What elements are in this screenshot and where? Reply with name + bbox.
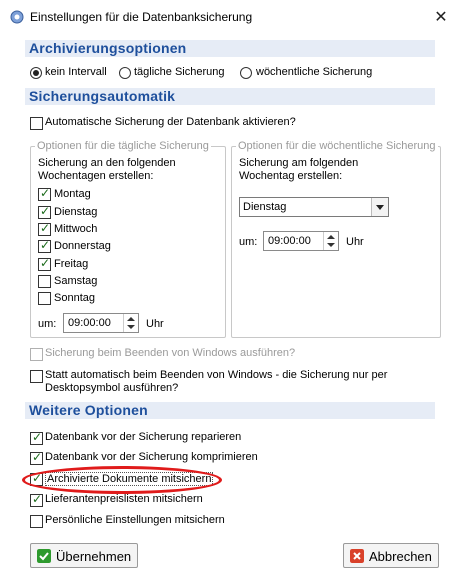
cancel-button-label: Abbrechen — [369, 549, 432, 564]
daily-time-spinner[interactable]: 09:00:00 — [63, 313, 139, 333]
day-checkbox-samstag[interactable] — [38, 275, 51, 288]
day-checkbox-donnerstag[interactable] — [38, 238, 51, 253]
day-label-donnerstag: Donnerstag — [54, 240, 111, 252]
weekly-time-value: 09:00:00 — [268, 235, 311, 247]
daily-time-label: um: — [38, 318, 57, 330]
section-archive-header: Archivierungsoptionen — [25, 40, 435, 57]
daily-time-value: 09:00:00 — [68, 317, 111, 329]
daily-group-title: Optionen für die tägliche Sicherung — [35, 140, 211, 152]
daily-time-unit: Uhr — [146, 318, 164, 330]
auto-enable-checkbox[interactable] — [30, 117, 43, 130]
repair-db-checkbox[interactable] — [30, 430, 43, 445]
weekly-group-title: Optionen für die wöchentliche Sicherung — [236, 140, 438, 152]
cancel-button[interactable]: Abbrechen — [343, 543, 439, 568]
radio-daily-label: tägliche Sicherung — [134, 66, 225, 78]
compress-db-checkbox[interactable] — [30, 450, 43, 465]
section-auto-header: Sicherungsautomatik — [25, 88, 435, 105]
title-bar: Einstellungen für die Datenbanksicherung… — [0, 0, 455, 34]
weekly-intro-line-2: Wochentag erstellen: — [239, 170, 343, 182]
close-button[interactable]: ✕ — [434, 7, 448, 27]
weekly-day-select[interactable]: Dienstag — [239, 197, 389, 217]
day-checkbox-freitag[interactable] — [38, 256, 51, 271]
desktop-symbol-label-line-2: Desktopsymbol ausführen? — [45, 382, 179, 394]
windows-shutdown-checkbox[interactable] — [30, 348, 43, 361]
day-label-sonntag: Sonntag — [54, 292, 95, 304]
highlight-ellipse — [22, 466, 222, 494]
spin-down-icon[interactable] — [327, 243, 335, 247]
apply-button[interactable]: Übernehmen — [30, 543, 138, 568]
day-checkbox-montag[interactable] — [38, 186, 51, 201]
day-checkbox-dienstag[interactable] — [38, 204, 51, 219]
day-label-dienstag: Dienstag — [54, 206, 98, 218]
window-title: Einstellungen für die Datenbanksicherung — [30, 10, 253, 24]
day-label-montag: Montag — [54, 188, 91, 200]
radio-no-interval-label: kein Intervall — [45, 66, 107, 78]
radio-weekly-label: wöchentliche Sicherung — [256, 66, 373, 78]
compress-db-label: Datenbank vor der Sicherung komprimieren — [45, 451, 258, 463]
apply-button-label: Übernehmen — [56, 549, 132, 564]
supplier-pricelists-label: Lieferantenpreislisten mitsichern — [45, 493, 203, 505]
weekly-intro-line-1: Sicherung am folgenden — [239, 157, 359, 169]
spin-down-icon[interactable] — [127, 325, 135, 329]
spin-up-icon[interactable] — [127, 317, 135, 321]
weekly-time-label: um: — [239, 236, 258, 248]
day-checkbox-sonntag[interactable] — [38, 292, 51, 305]
repair-db-label: Datenbank vor der Sicherung reparieren — [45, 431, 242, 443]
day-label-mittwoch: Mittwoch — [54, 223, 98, 235]
daily-intro-line-1: Sicherung an den folgenden — [38, 157, 176, 169]
weekly-time-arrows[interactable] — [323, 232, 338, 250]
daily-time-arrows[interactable] — [123, 314, 138, 332]
settings-gear-icon — [10, 10, 24, 24]
radio-weekly[interactable] — [240, 67, 252, 79]
checkmark-icon — [37, 549, 51, 563]
radio-no-interval[interactable] — [30, 67, 42, 79]
desktop-symbol-checkbox[interactable] — [30, 370, 43, 383]
radio-daily[interactable] — [119, 67, 131, 79]
section-more-header: Weitere Optionen — [25, 402, 435, 419]
windows-shutdown-label: Sicherung beim Beenden von Windows ausfü… — [45, 347, 296, 359]
daily-intro-line-2: Wochentagen erstellen: — [38, 170, 154, 182]
auto-enable-label: Automatische Sicherung der Datenbank akt… — [45, 116, 296, 128]
supplier-pricelists-checkbox[interactable] — [30, 492, 43, 507]
desktop-symbol-label-line-1: Statt automatisch beim Beenden von Windo… — [45, 369, 388, 381]
day-label-samstag: Samstag — [54, 275, 98, 287]
personal-settings-checkbox[interactable] — [30, 515, 43, 528]
day-label-freitag: Freitag — [54, 258, 89, 270]
weekly-time-unit: Uhr — [346, 236, 364, 248]
personal-settings-label: Persönliche Einstellungen mitsichern — [45, 514, 225, 526]
weekly-day-value: Dienstag — [243, 201, 287, 213]
weekly-time-spinner[interactable]: 09:00:00 — [263, 231, 339, 251]
spin-up-icon[interactable] — [327, 235, 335, 239]
close-x-icon — [350, 549, 364, 563]
chevron-down-icon[interactable] — [371, 198, 388, 216]
day-checkbox-mittwoch[interactable] — [38, 221, 51, 236]
